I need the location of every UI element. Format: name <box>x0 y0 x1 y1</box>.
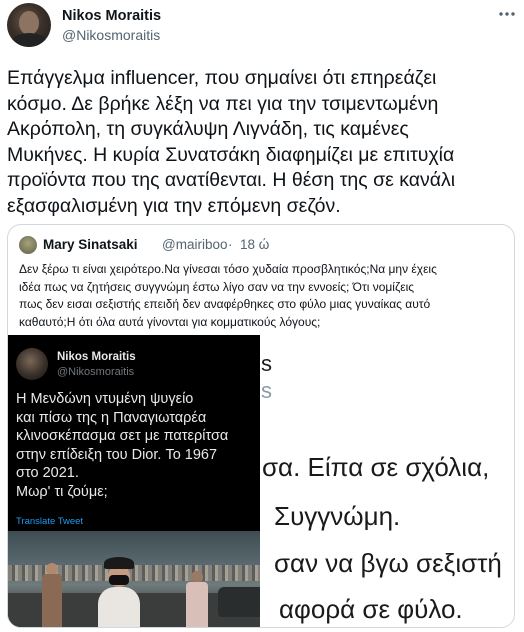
more-horizontal-icon[interactable] <box>496 4 518 24</box>
tweet-text-line: Επάγγελμα influencer, που σημαίνει ότι ε… <box>7 67 437 89</box>
avatar-face <box>19 11 39 35</box>
background-fragment: s <box>261 351 272 376</box>
tweet-text-line: Ακρόπολη, τη συγκάλυψη Λιγνάδη, τις καμέ… <box>7 118 409 140</box>
tweet-text-line: κόσμο. Δε βρήκε λέξη να πει για την τσιμ… <box>7 92 439 115</box>
background-fragment: Συγγνώμη. <box>274 501 401 531</box>
tweet-text: Επάγγελμα influencer, που σημαίνει ότι ε… <box>7 66 519 219</box>
embedded-author-name: Nikos Moraitis <box>57 351 136 363</box>
embedded-text-line: κλινοσκέπασμα σετ με πατερίτσα <box>16 428 229 444</box>
author-avatar[interactable] <box>7 3 51 47</box>
background-fragment: σα. Είπα σε σχόλια, <box>262 452 490 482</box>
tweet-header: Nikos Moraitis @Nikosmoraitis <box>0 0 524 56</box>
embedded-tweet-screenshot: Nikos Moraitis @Nikosmoraitis Η Μενδώνη … <box>8 335 260 627</box>
event-photo <box>8 531 260 627</box>
quoted-text-line: πως δεν εισαι σεξιστής επειδή δεν αναφέρ… <box>19 297 431 311</box>
more-horizontal-icon-glyph <box>499 12 515 16</box>
quoted-timestamp[interactable]: 18 ώ <box>240 237 269 252</box>
person-body <box>186 582 208 627</box>
quoted-author-name[interactable]: Mary Sinatsaki <box>43 237 138 252</box>
background-fragment: σαν να βγω σεξιστή <box>274 548 502 578</box>
person-suit <box>42 574 62 627</box>
background-fragment: s <box>261 378 272 403</box>
photo-car <box>218 587 260 617</box>
author-name[interactable]: Nikos Moraitis <box>62 8 161 24</box>
woman-mask <box>109 575 129 585</box>
quoted-text-line: Δεν ξέρω τι είναι χειρότερο.Να γίνεσαι τ… <box>19 262 437 276</box>
embedded-text-line: στο 2021. <box>16 465 79 481</box>
background-fragment: αφορά σε φύλο. <box>279 594 463 624</box>
photo-person-right <box>186 571 208 627</box>
quoted-text-line: ιδέα πως να ζητήσεις συγγνώμη έστω λίγο … <box>19 279 415 294</box>
quoted-text-line: καθαυτό;Η ότι όλα αυτά γίνονται για κομμ… <box>19 314 321 329</box>
quoted-tweet-text: Δεν ξέρω τι είναι χειρότερο.Να γίνεσαι τ… <box>19 261 505 331</box>
embedded-text-line: Μωρ' τι ζούμε; <box>16 483 108 500</box>
quoted-author-avatar[interactable] <box>19 236 37 254</box>
author-handle[interactable]: @Nikosmoraitis <box>62 27 160 43</box>
tweet-text-line: Μυκήνες. Η κυρία Συνατσάκη διαφημίζει με… <box>7 143 455 166</box>
embedded-text-line: και πίσω της η Παναγιωταρέα <box>16 409 207 426</box>
embedded-text-line: Η Μενδώνη ντυμένη ψυγείο <box>16 391 194 407</box>
woman-hair <box>104 557 134 569</box>
photo-person-left <box>42 563 62 627</box>
tweet-text-line: εξασφαλισμένη για την επόμενη σεζόν. <box>7 194 341 217</box>
embedded-tweet-text: Η Μενδώνη ντυμένη ψυγείο και πίσω της η … <box>16 390 256 501</box>
quoted-tweet-image[interactable]: Nikos Moraitis @Nikosmoraitis Η Μενδώνη … <box>8 335 514 627</box>
quoted-tweet-card[interactable]: Mary Sinatsaki @mairiboo · 18 ώ Δεν ξέρω… <box>7 224 515 628</box>
background-text-fragments: s s σα. Είπα σε σχόλια, Συγγνώμη. σαν να… <box>260 335 514 627</box>
avatar-body <box>11 33 47 47</box>
tweet-text-line: προϊόντα που της ανατίθενται. Η θέση της… <box>7 169 456 191</box>
embedded-author-handle: @Nikosmoraitis <box>57 366 135 378</box>
embedded-author-avatar <box>16 348 48 380</box>
woman-dress <box>98 587 140 627</box>
translate-tweet-link: Translate Tweet <box>16 516 84 527</box>
separator-dot: · <box>228 237 233 252</box>
photo-woman-center <box>94 557 144 627</box>
quoted-author-handle[interactable]: @mairiboo <box>162 237 227 252</box>
embedded-text-line: στην επίδειξη του Dior. Το 1967 <box>16 446 218 463</box>
